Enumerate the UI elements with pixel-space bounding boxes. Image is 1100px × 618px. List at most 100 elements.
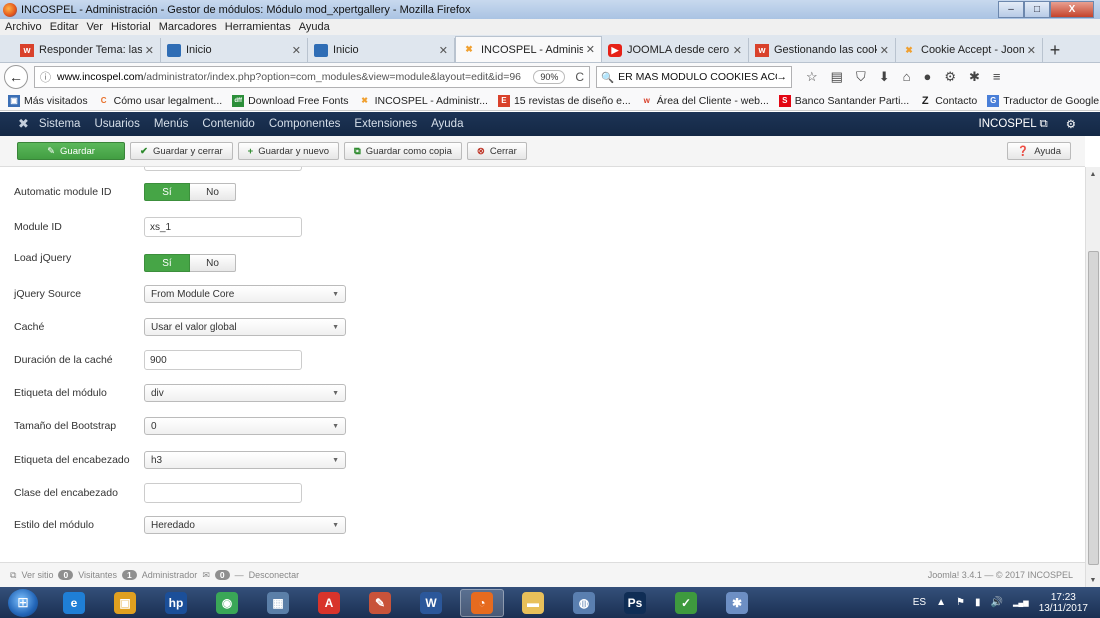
site-name-link[interactable]: INCOSPEL ⧉: [979, 118, 1048, 131]
tab-joomla-desde-cero[interactable]: ▶ JOOMLA desde cero - Tu ✕: [602, 38, 749, 62]
close-button[interactable]: ⊗ Cerrar: [466, 142, 527, 160]
tab-inicio-1[interactable]: Inicio ✕: [161, 38, 308, 62]
view-site-link[interactable]: Ver sitio: [21, 570, 53, 580]
module-id-input[interactable]: xs_1: [144, 217, 302, 237]
nav-ayuda[interactable]: Ayuda: [431, 118, 463, 130]
jquery-source-select[interactable]: From Module Core ▼: [144, 285, 346, 303]
gear-icon[interactable]: ⚙: [1066, 117, 1076, 131]
cache-select[interactable]: Usar el valor global ▼: [144, 318, 346, 336]
menu-historial[interactable]: Historial: [111, 21, 151, 33]
logout-link[interactable]: Desconectar: [249, 570, 300, 580]
bookmark-santander[interactable]: S Banco Santander Parti...: [778, 94, 909, 107]
menu-ver[interactable]: Ver: [86, 21, 103, 33]
header-tag-select[interactable]: h3 ▼: [144, 451, 346, 469]
scroll-up-icon[interactable]: ▲: [1086, 167, 1100, 181]
hamburger-menu-icon[interactable]: ≡: [993, 69, 1001, 85]
nav-usuarios[interactable]: Usuarios: [94, 118, 139, 130]
save-close-button[interactable]: ✔ Guardar y cerrar: [130, 142, 233, 160]
action-center-flag-icon[interactable]: ⚑: [956, 597, 965, 608]
battery-icon[interactable]: ▮: [975, 597, 981, 608]
taskbar-app-calculator[interactable]: ▦: [256, 589, 300, 617]
taskbar-app-photoshop[interactable]: Ps: [613, 589, 657, 617]
site-info-icon[interactable]: ⓘ: [40, 69, 51, 85]
nav-sistema[interactable]: Sistema: [39, 118, 81, 130]
save-button[interactable]: ✎ Guardar: [17, 142, 125, 160]
menu-archivo[interactable]: Archivo: [5, 21, 42, 33]
scroll-down-icon[interactable]: ▼: [1086, 573, 1100, 587]
url-bar[interactable]: ⓘ www.incospel.com/administrator/index.p…: [34, 66, 590, 88]
bookmark-download-fonts[interactable]: dff Download Free Fonts: [232, 94, 349, 107]
tab-responder-tema[interactable]: w Responder Tema: las im ✕: [14, 38, 161, 62]
windows-start-button[interactable]: ⊞: [8, 588, 38, 617]
extension-settings-icon[interactable]: ⚙: [944, 69, 956, 85]
taskbar-app-drawing[interactable]: ✎: [358, 589, 402, 617]
tab-incospel-admin[interactable]: ✖ INCOSPEL - Administrac ✕: [455, 36, 602, 62]
tab-close-icon[interactable]: ✕: [880, 44, 889, 57]
vertical-scrollbar[interactable]: ▲ ▼: [1085, 167, 1100, 587]
tab-gestionando-cookies[interactable]: w Gestionando las cookies ✕: [749, 38, 896, 62]
maximize-button[interactable]: □: [1024, 1, 1050, 18]
search-input[interactable]: ER MAS MODULO COOKIES ACCEPT: [618, 71, 776, 83]
tab-close-icon[interactable]: ✕: [292, 44, 301, 57]
close-window-button[interactable]: X: [1050, 1, 1094, 18]
home-icon[interactable]: ⌂: [903, 69, 911, 85]
extension-dark-icon[interactable]: ●: [923, 69, 931, 85]
envelope-icon[interactable]: ✉: [202, 570, 210, 581]
nav-extensiones[interactable]: Extensiones: [354, 118, 417, 130]
auto-module-id-yes[interactable]: Sí: [144, 183, 190, 201]
bookmark-area-cliente[interactable]: w Área del Cliente - web...: [641, 95, 769, 107]
save-copy-button[interactable]: ⧉ Guardar como copia: [343, 142, 462, 160]
extension-star-icon[interactable]: ✱: [969, 69, 980, 85]
system-clock[interactable]: 17:23 13/11/2017: [1039, 592, 1088, 614]
network-signal-icon[interactable]: ▂▄▆: [1013, 599, 1029, 607]
pocket-icon[interactable]: ⛉: [856, 69, 866, 85]
search-bar[interactable]: 🔍 ER MAS MODULO COOKIES ACCEPT →: [596, 66, 792, 88]
bookmark-traductor[interactable]: G Traductor de Google: [987, 94, 1099, 107]
load-jquery-no[interactable]: No: [190, 254, 236, 272]
show-hidden-icons-icon[interactable]: ▲: [936, 597, 946, 608]
download-icon[interactable]: ⬇: [879, 69, 890, 85]
nav-menus[interactable]: Menús: [154, 118, 189, 130]
menu-marcadores[interactable]: Marcadores: [159, 21, 217, 33]
bookmark-star-icon[interactable]: ☆: [806, 69, 818, 85]
menu-herramientas[interactable]: Herramientas: [225, 21, 291, 33]
back-button[interactable]: ←: [4, 65, 28, 89]
taskbar-app-sketch[interactable]: ✓: [664, 589, 708, 617]
taskbar-app-firefox[interactable]: ◔: [460, 588, 504, 617]
module-style-select[interactable]: Heredado ▼: [144, 516, 346, 534]
tab-close-icon[interactable]: ✕: [439, 44, 448, 57]
taskbar-app-network[interactable]: ◍: [562, 589, 606, 617]
nav-componentes[interactable]: Componentes: [269, 118, 341, 130]
taskbar-app-media[interactable]: ▣: [103, 589, 147, 617]
taskbar-app-word[interactable]: W: [409, 589, 453, 617]
tab-close-icon[interactable]: ✕: [733, 44, 742, 57]
search-go-icon[interactable]: →: [777, 71, 788, 83]
taskbar-app-acrobat[interactable]: A: [307, 589, 351, 617]
help-button[interactable]: ❓ Ayuda: [1007, 142, 1071, 160]
tab-close-icon[interactable]: ✕: [586, 43, 595, 56]
module-tag-select[interactable]: div ▼: [144, 384, 346, 402]
bootstrap-size-select[interactable]: 0 ▼: [144, 417, 346, 435]
taskbar-app-chrome[interactable]: ◉: [205, 589, 249, 617]
language-indicator[interactable]: ES: [913, 597, 926, 608]
menu-editar[interactable]: Editar: [50, 21, 79, 33]
joomla-logo-icon[interactable]: ✖: [18, 116, 29, 132]
zoom-level-badge[interactable]: 90%: [533, 70, 566, 84]
auto-module-id-no[interactable]: No: [190, 183, 236, 201]
tab-close-icon[interactable]: ✕: [145, 44, 154, 57]
header-class-input[interactable]: [144, 483, 302, 503]
cache-duration-input[interactable]: 900: [144, 350, 302, 370]
bookmark-como-usar[interactable]: C Cómo usar legalment...: [98, 95, 222, 107]
reading-list-icon[interactable]: ▤: [831, 69, 843, 85]
taskbar-app-ie[interactable]: e: [52, 589, 96, 617]
volume-icon[interactable]: 🔊: [991, 597, 1003, 608]
menu-ayuda[interactable]: Ayuda: [299, 21, 330, 33]
tab-inicio-2[interactable]: Inicio ✕: [308, 38, 455, 62]
taskbar-app-paint[interactable]: ✱: [715, 589, 759, 617]
load-jquery-yes[interactable]: Sí: [144, 254, 190, 272]
save-new-button[interactable]: + Guardar y nuevo: [237, 142, 339, 160]
taskbar-app-hp[interactable]: hp: [154, 589, 198, 617]
bookmark-15-revistas[interactable]: E 15 revistas de diseño e...: [497, 94, 631, 107]
minimize-button[interactable]: –: [998, 1, 1024, 18]
nav-contenido[interactable]: Contenido: [202, 118, 254, 130]
